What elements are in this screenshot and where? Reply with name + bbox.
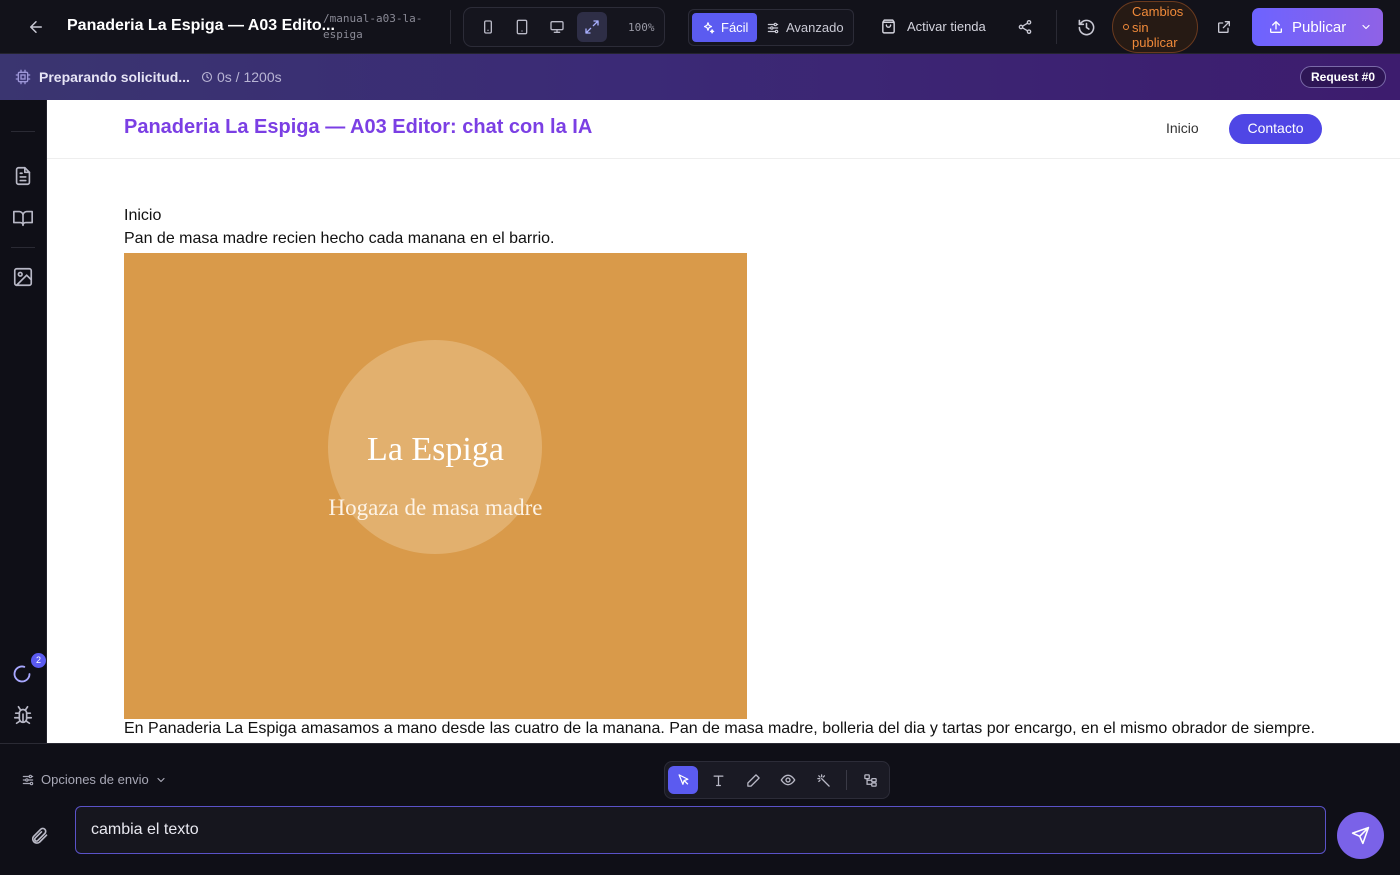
sidebar-debug-button[interactable] xyxy=(12,704,34,726)
unpublished-label: Cambios sin publicar xyxy=(1132,4,1184,50)
notification-count-badge: 2 xyxy=(31,653,46,668)
expand-icon xyxy=(585,20,599,34)
device-mobile-button[interactable] xyxy=(473,12,503,42)
divider xyxy=(846,770,847,790)
send-button[interactable] xyxy=(1337,812,1384,859)
draw-tool-button[interactable] xyxy=(738,766,768,794)
divider xyxy=(11,131,35,132)
chevron-down-icon xyxy=(157,777,165,782)
mobile-icon xyxy=(484,20,492,34)
hero-image[interactable]: La Espiga Hogaza de masa madre xyxy=(124,253,747,719)
request-badge: Request #0 xyxy=(1300,66,1387,88)
upload-icon xyxy=(1270,21,1282,33)
arrow-left-icon xyxy=(30,21,42,33)
top-bar: Panaderia La Espiga — A03 Edito... /manu… xyxy=(0,0,1400,54)
mode-advanced-label: Avanzado xyxy=(786,20,844,35)
cursor-icon xyxy=(678,773,688,785)
share-icon xyxy=(1018,20,1032,34)
device-fullwidth-button[interactable] xyxy=(577,12,607,42)
publish-label: Publicar xyxy=(1292,18,1347,36)
section-body-text: En Panaderia La Espiga amasamos a mano d… xyxy=(124,720,1315,737)
status-label: Preparando solicitud... xyxy=(39,69,190,85)
pencil-icon xyxy=(746,773,760,787)
mode-toggle-group: Fácil Avanzado xyxy=(688,9,854,46)
warning-dot-icon xyxy=(1123,24,1129,30)
publish-button[interactable]: Publicar xyxy=(1252,8,1383,46)
mode-easy-label: Fácil xyxy=(721,20,749,35)
sidebar-pages-button[interactable] xyxy=(12,165,34,187)
device-tablet-button[interactable] xyxy=(507,12,537,42)
site-preview-canvas[interactable]: Panaderia La Espiga — A03 Editor: chat c… xyxy=(47,100,1400,743)
sidebar-media-button[interactable] xyxy=(12,266,34,288)
activate-shop-button[interactable]: Activar tienda xyxy=(880,18,986,35)
monitor-icon xyxy=(550,20,564,33)
mode-easy-button[interactable]: Fácil xyxy=(692,13,758,42)
wand-icon xyxy=(816,773,830,787)
site-header: Panaderia La Espiga — A03 Editor: chat c… xyxy=(47,100,1400,159)
clock-icon xyxy=(201,71,213,83)
tree-structure-icon xyxy=(863,773,877,787)
zoom-level: 100% xyxy=(628,21,655,34)
attach-button[interactable] xyxy=(29,826,49,846)
site-title: Panaderia La Espiga — A03 Editor: chat c… xyxy=(124,116,593,138)
send-options-toggle[interactable]: Opciones de envio xyxy=(21,772,167,787)
request-timer: 0s / 1200s xyxy=(201,69,282,85)
preview-tool-button[interactable] xyxy=(773,766,803,794)
editing-toolbar xyxy=(664,761,890,799)
page-slug: /manual-a03-la-espiga xyxy=(323,12,423,41)
text-icon xyxy=(713,775,723,786)
divider xyxy=(11,247,35,248)
bug-icon xyxy=(13,705,33,725)
external-link-icon xyxy=(1218,21,1230,33)
history-icon xyxy=(1078,19,1094,35)
send-icon xyxy=(1351,826,1370,845)
nav-link-inicio[interactable]: Inicio xyxy=(1166,120,1199,136)
timer-value: 0s / 1200s xyxy=(217,69,282,85)
text-tool-button[interactable] xyxy=(703,766,733,794)
activate-shop-label: Activar tienda xyxy=(907,19,986,34)
chat-composer: Opciones de envio xyxy=(0,743,1400,875)
sparkles-icon xyxy=(703,21,715,34)
shopping-bag-icon xyxy=(882,19,895,34)
section-heading: Inicio xyxy=(124,207,162,224)
eye-icon xyxy=(780,774,796,786)
tablet-icon xyxy=(516,19,528,35)
left-sidebar: 2 xyxy=(0,100,47,743)
file-text-icon xyxy=(15,166,31,186)
sidebar-loading-button[interactable] xyxy=(12,664,32,684)
history-button[interactable] xyxy=(1073,14,1099,40)
sliders-icon xyxy=(22,774,34,785)
hero-title: La Espiga xyxy=(367,431,504,468)
back-button[interactable] xyxy=(24,15,48,39)
cpu-icon xyxy=(15,69,31,85)
select-tool-button[interactable] xyxy=(668,766,698,794)
layers-tool-button[interactable] xyxy=(855,766,885,794)
mode-advanced-button[interactable]: Avanzado xyxy=(757,13,853,42)
paperclip-icon xyxy=(31,827,48,844)
image-icon xyxy=(13,267,33,287)
request-status-bar: Preparando solicitud... 0s / 1200s Reque… xyxy=(0,54,1400,100)
prompt-input[interactable] xyxy=(75,806,1326,854)
magic-select-tool-button[interactable] xyxy=(808,766,838,794)
chevron-down-icon[interactable] xyxy=(1360,21,1372,33)
divider xyxy=(450,10,451,44)
sidebar-docs-button[interactable] xyxy=(12,207,34,229)
loader-icon xyxy=(13,665,31,683)
open-external-button[interactable] xyxy=(1212,15,1236,39)
share-button[interactable] xyxy=(1013,15,1037,39)
unpublished-changes-badge[interactable]: Cambios sin publicar xyxy=(1112,1,1198,53)
device-desktop-button[interactable] xyxy=(542,12,572,42)
send-options-label: Opciones de envio xyxy=(41,772,149,787)
page-title: Panaderia La Espiga — A03 Edito... xyxy=(67,17,335,34)
sliders-icon xyxy=(767,22,779,33)
section-tagline: Pan de masa madre recien hecho cada mana… xyxy=(124,230,555,247)
book-open-icon xyxy=(13,210,33,227)
hero-subtitle: Hogaza de masa madre xyxy=(328,495,543,520)
divider xyxy=(1056,10,1057,44)
device-toggle-group: 100% xyxy=(463,7,665,47)
nav-button-contacto[interactable]: Contacto xyxy=(1229,114,1322,144)
